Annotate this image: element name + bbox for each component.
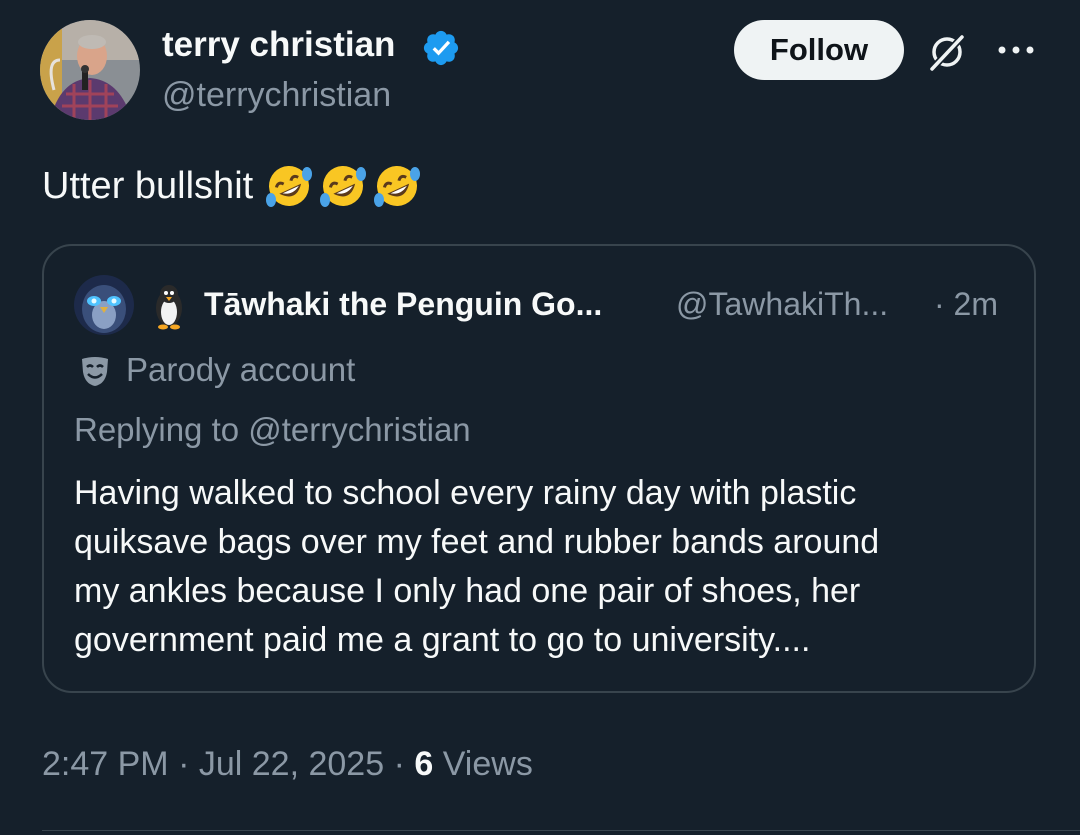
author-handle[interactable]: @terrychristian bbox=[162, 74, 391, 116]
quoted-author-name[interactable]: Tāwhaki the Penguin Go... bbox=[204, 284, 602, 324]
post-date[interactable]: Jul 22, 2025 bbox=[199, 745, 384, 783]
rofl-emoji-icon bbox=[374, 166, 421, 207]
quoted-timestamp[interactable]: · 2m bbox=[934, 284, 998, 324]
parody-mask-icon bbox=[82, 357, 108, 386]
tweet: terry christian @terrychristian Follow U… bbox=[0, 0, 1080, 835]
emoji-row bbox=[263, 160, 423, 212]
divider bbox=[42, 830, 1080, 831]
quoted-body-line: quiksave bags over my feet and rubber ba… bbox=[74, 523, 880, 561]
follow-button[interactable]: Follow bbox=[734, 20, 904, 80]
tweet-text-content: Utter bullshit bbox=[42, 165, 254, 207]
more-icon[interactable] bbox=[996, 40, 1036, 60]
views-label: Views bbox=[442, 745, 533, 783]
tweet-meta: 2:47 PM · Jul 22, 2025 · 6 Views bbox=[42, 743, 533, 785]
quoted-tweet-body: Having walked to school every rainy day … bbox=[74, 469, 1014, 665]
replying-to[interactable]: Replying to @terrychristian bbox=[74, 410, 471, 450]
rofl-emoji-icon bbox=[266, 166, 313, 207]
quoted-body-line: my ankles because I only had one pair of… bbox=[74, 572, 861, 610]
quoted-body-line: government paid me a grant to go to univ… bbox=[74, 621, 811, 659]
quoted-author-handle[interactable]: @TawhakiTh... bbox=[676, 284, 888, 324]
verified-badge-icon bbox=[423, 30, 459, 66]
meta-separator: · bbox=[393, 745, 405, 783]
grok-icon[interactable] bbox=[925, 30, 969, 74]
post-time[interactable]: 2:47 PM bbox=[42, 745, 169, 783]
penguin-emoji-icon bbox=[156, 285, 182, 330]
rofl-emoji-icon bbox=[320, 166, 367, 207]
quoted-body-line: Having walked to school every rainy day … bbox=[74, 474, 857, 512]
parody-label: Parody account bbox=[126, 351, 356, 388]
meta-separator: · bbox=[178, 745, 190, 783]
quoted-tweet-card[interactable]: Tāwhaki the Penguin Go... @TawhakiTh... … bbox=[42, 244, 1036, 693]
tweet-text: Utter bullshit bbox=[42, 160, 423, 212]
views-count: 6 bbox=[414, 745, 434, 783]
author-avatar[interactable] bbox=[40, 20, 140, 120]
author-name[interactable]: terry christian bbox=[162, 24, 395, 66]
quoted-author-avatar[interactable] bbox=[74, 275, 134, 335]
